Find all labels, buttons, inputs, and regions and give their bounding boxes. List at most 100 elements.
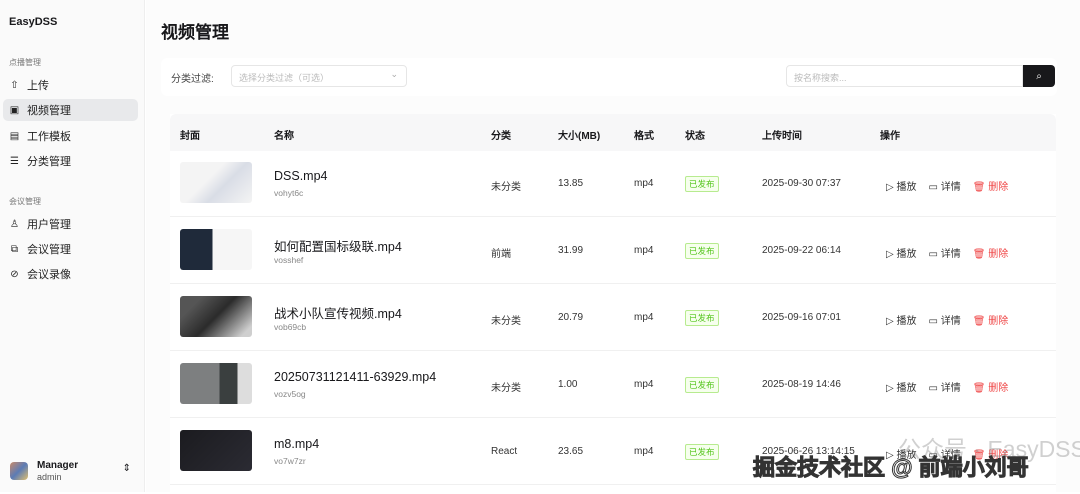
folder-icon: ▭ bbox=[928, 316, 938, 327]
video-name: 战术小队宣传视频.mp4 bbox=[274, 307, 402, 321]
brand-logo: EasyDSS bbox=[9, 16, 58, 28]
upload-time: 2025-09-30 07:37 bbox=[762, 178, 841, 189]
sidebar-item-meetings[interactable]: ⧉ 会议管理 bbox=[3, 238, 138, 260]
detail-label: 详情 bbox=[940, 316, 961, 327]
sidebar-item-video-management[interactable]: ▣ 视频管理 bbox=[3, 99, 138, 121]
video-cover[interactable] bbox=[180, 430, 252, 471]
play-icon: ▷ bbox=[886, 316, 894, 327]
user-menu[interactable]: Manager admin ⇕ bbox=[10, 458, 135, 484]
sidebar-item-label: 视频管理 bbox=[27, 105, 71, 117]
detail-button[interactable]: ▭ 详情 bbox=[928, 245, 960, 260]
group-label-meeting: 会议管理 bbox=[9, 197, 41, 206]
search-icon: ⌕ bbox=[1036, 70, 1042, 82]
detail-label: 详情 bbox=[940, 249, 961, 260]
video-category: 前端 bbox=[491, 249, 511, 260]
detail-button[interactable]: ▭ 详情 bbox=[928, 312, 960, 327]
video-name: m8.mp4 bbox=[274, 437, 320, 451]
table-row: 20250731121411-63929.mp4 vozv5og 未分类 1.0… bbox=[170, 352, 1056, 418]
filter-label: 分类过滤: bbox=[171, 74, 214, 85]
video-format: mp4 bbox=[634, 379, 654, 390]
video-category: 未分类 bbox=[491, 383, 521, 394]
play-icon: ▷ bbox=[886, 383, 894, 394]
actions: ▷ 播放 ▭ 详情 🗑 删除 bbox=[886, 312, 1008, 327]
trash-icon: 🗑 bbox=[972, 316, 986, 327]
delete-button[interactable]: 🗑 删除 bbox=[973, 245, 1008, 260]
sidebar-item-label: 用户管理 bbox=[27, 219, 71, 231]
play-label: 播放 bbox=[896, 316, 917, 327]
delete-button[interactable]: 🗑 删除 bbox=[973, 178, 1008, 193]
search-input[interactable]: 按名称搜索... bbox=[786, 65, 1023, 87]
video-size: 23.65 bbox=[558, 446, 584, 457]
user-role: admin bbox=[37, 472, 62, 482]
video-cover[interactable] bbox=[180, 162, 252, 203]
upload-time: 2025-08-19 14:46 bbox=[762, 379, 841, 390]
video-id: vo7w7zr bbox=[274, 456, 306, 466]
folder-icon: ▭ bbox=[928, 383, 938, 394]
template-icon: ▤ bbox=[9, 130, 20, 142]
main-content: 视频管理 分类过滤: 选择分类过滤（可选） ⌄ 按名称搜索... ⌕ 封面 名称 … bbox=[146, 0, 1080, 494]
actions: ▷ 播放 ▭ 详情 🗑 删除 bbox=[886, 178, 1008, 193]
table-row: DSS.mp4 vohyt6c 未分类 13.85 mp4 已发布 2025-0… bbox=[170, 151, 1056, 217]
video-id: vob69cb bbox=[274, 322, 307, 332]
category-select[interactable]: 选择分类过滤（可选） ⌄ bbox=[231, 65, 407, 87]
video-size: 13.85 bbox=[558, 178, 584, 189]
video-cover[interactable] bbox=[180, 296, 252, 337]
video-category: 未分类 bbox=[491, 182, 521, 193]
status-badge: 已发布 bbox=[685, 176, 719, 192]
trash-icon: 🗑 bbox=[972, 383, 986, 394]
video-size: 31.99 bbox=[558, 245, 584, 256]
video-format: mp4 bbox=[634, 178, 654, 189]
actions: ▷ 播放 ▭ 详情 🗑 删除 bbox=[886, 245, 1008, 260]
list-icon: ☰ bbox=[10, 155, 19, 167]
trash-icon: 🗑 bbox=[972, 249, 986, 260]
sidebar-item-recordings[interactable]: ⊘ 会议录像 bbox=[3, 263, 138, 285]
search-placeholder: 按名称搜索... bbox=[794, 73, 847, 83]
sidebar-item-templates[interactable]: ▤ 工作模板 bbox=[3, 125, 138, 147]
video-category: React bbox=[491, 446, 518, 457]
play-button[interactable]: ▷ 播放 bbox=[886, 178, 916, 193]
col-cover: 封面 bbox=[180, 131, 200, 142]
play-button[interactable]: ▷ 播放 bbox=[886, 312, 916, 327]
upload-time: 2025-09-16 07:01 bbox=[762, 312, 841, 323]
play-label: 播放 bbox=[896, 182, 917, 193]
detail-button[interactable]: ▭ 详情 bbox=[928, 178, 960, 193]
video-cover[interactable] bbox=[180, 229, 252, 270]
delete-button[interactable]: 🗑 删除 bbox=[973, 379, 1008, 394]
table-row: 如何配置国标级联.mp4 vosshef 前端 31.99 mp4 已发布 20… bbox=[170, 218, 1056, 284]
group-label-vod: 点播管理 bbox=[9, 58, 41, 67]
sidebar-item-categories[interactable]: ☰ 分类管理 bbox=[3, 150, 138, 172]
detail-label: 详情 bbox=[940, 182, 961, 193]
video-name: 20250731121411-63929.mp4 bbox=[274, 370, 437, 384]
video-name: DSS.mp4 bbox=[274, 169, 328, 183]
chevron-down-icon: ⌄ bbox=[390, 69, 398, 79]
sidebar-item-label: 分类管理 bbox=[27, 156, 71, 168]
trash-icon: 🗑 bbox=[972, 182, 986, 193]
video-format: mp4 bbox=[634, 245, 654, 256]
play-icon: ▷ bbox=[886, 249, 894, 260]
video-size: 20.79 bbox=[558, 312, 584, 323]
search-button[interactable]: ⌕ bbox=[1023, 65, 1055, 87]
play-button[interactable]: ▷ 播放 bbox=[886, 379, 916, 394]
avatar bbox=[10, 462, 28, 480]
table-row: 战术小队宣传视频.mp4 vob69cb 未分类 20.79 mp4 已发布 2… bbox=[170, 285, 1056, 351]
page-title: 视频管理 bbox=[161, 23, 229, 42]
detail-button[interactable]: ▭ 详情 bbox=[928, 379, 960, 394]
col-format: 格式 bbox=[634, 131, 654, 142]
video-id: vohyt6c bbox=[274, 188, 304, 198]
sidebar-item-label: 会议管理 bbox=[27, 244, 71, 256]
video-id: vozv5og bbox=[274, 389, 306, 399]
video-format: mp4 bbox=[634, 446, 654, 457]
sidebar-item-upload[interactable]: ⇧ 上传 bbox=[3, 74, 138, 96]
chevron-up-down-icon: ⇕ bbox=[122, 463, 131, 474]
delete-label: 删除 bbox=[988, 316, 1009, 327]
folder-icon: ▭ bbox=[928, 249, 938, 260]
upload-icon: ⇧ bbox=[10, 79, 19, 91]
video-name: 如何配置国标级联.mp4 bbox=[274, 240, 402, 254]
sidebar-item-users[interactable]: ♙ 用户管理 bbox=[3, 213, 138, 235]
status-badge: 已发布 bbox=[685, 444, 719, 460]
play-button[interactable]: ▷ 播放 bbox=[886, 245, 916, 260]
delete-button[interactable]: 🗑 删除 bbox=[973, 312, 1008, 327]
video-format: mp4 bbox=[634, 312, 654, 323]
video-cover[interactable] bbox=[180, 363, 252, 404]
delete-label: 删除 bbox=[988, 249, 1009, 260]
